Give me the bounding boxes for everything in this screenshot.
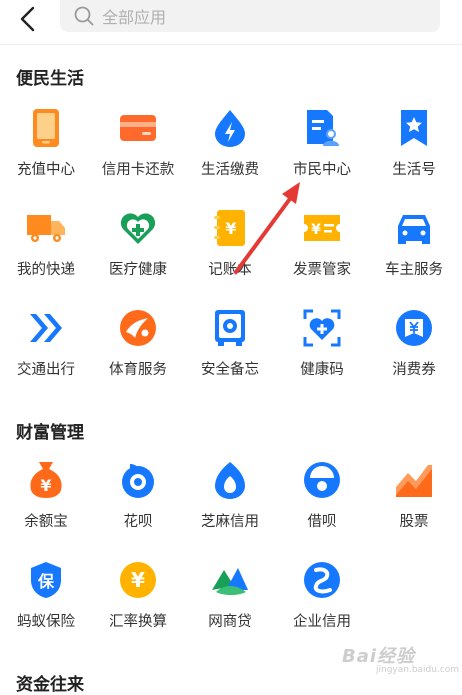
top-bar: 全部应用 [0,0,462,44]
watermark-sub: jingyan.baidu.com [376,665,460,675]
mybank-loan-icon [210,560,250,600]
chevron-left-icon [20,6,35,32]
money-bag-glyph: ¥ [40,476,51,495]
app-label: 充值中心 [17,162,75,178]
credit-card-icon [118,108,158,148]
app-label: 网商贷 [208,614,252,630]
bookmark-star-icon [394,108,434,148]
safe-icon [210,308,250,348]
app-sports-service[interactable]: 体育服务 [92,308,184,392]
app-label: 蚂蚁保险 [17,614,75,630]
app-yuebao[interactable]: ¥ 余额宝 [0,460,92,544]
section-title-convenience: 便民生活 [16,69,84,89]
sesame-credit-icon [210,460,250,500]
app-utility-payment[interactable]: 生活缴费 [184,108,276,192]
app-security-memo[interactable]: 安全备忘 [184,308,276,392]
enterprise-credit-icon [302,560,342,600]
ledger-glyph: ¥ [225,219,236,238]
app-label: 安全备忘 [201,362,259,378]
app-label: 车主服务 [385,262,443,278]
car-icon [394,208,434,248]
ledger-book-icon: ¥ [210,208,250,248]
app-car-owner-service[interactable]: 车主服务 [368,208,460,292]
app-consumption-coupon[interactable]: 消费券 [368,308,460,392]
medical-heart-icon [118,208,158,248]
transit-arrow-icon [26,308,66,348]
utility-bolt-icon [210,108,250,148]
search-input[interactable]: 全部应用 [60,0,440,32]
app-invoice-manager[interactable]: ¥ 发票管家 [276,208,368,292]
sports-icon [118,308,158,348]
huabei-icon [118,460,158,500]
app-label: 记账本 [208,262,252,278]
coupon-icon [394,308,434,348]
app-stocks[interactable]: 股票 [368,460,460,544]
citizen-card-icon [302,108,342,148]
search-placeholder: 全部应用 [102,8,167,27]
jiebei-icon [302,460,342,500]
app-label: 生活缴费 [201,162,259,178]
app-label: 花呗 [123,514,153,530]
app-ledger[interactable]: ¥ 记账本 [184,208,276,292]
app-label: 信用卡还款 [101,162,175,178]
app-mybank-loan[interactable]: 网商贷 [184,560,276,644]
app-label: 健康码 [300,362,344,378]
app-label: 芝麻信用 [201,514,259,530]
app-label: 发票管家 [293,262,351,278]
truck-icon [26,208,66,248]
app-label: 生活号 [392,162,436,178]
app-my-express[interactable]: 我的快递 [0,208,92,292]
insurance-glyph: 保 [37,572,55,591]
app-citizen-center[interactable]: 市民中心 [276,108,368,192]
app-label: 借呗 [307,514,337,530]
app-label: 我的快递 [17,262,75,278]
app-label: 医疗健康 [109,262,167,278]
app-huabei[interactable]: 花呗 [92,460,184,544]
app-label: 体育服务 [109,362,167,378]
app-label: 股票 [399,514,429,530]
invoice-icon: ¥ [302,208,342,248]
app-ant-insurance[interactable]: 保 蚂蚁保险 [0,560,92,644]
app-enterprise-credit[interactable]: 企业信用 [276,560,368,644]
watermark: Bai经验 jingyan.baidu.com [342,638,459,680]
health-code-icon [302,308,342,348]
back-button[interactable] [10,2,46,36]
app-label: 余额宝 [24,514,68,530]
insurance-shield-icon: 保 [26,560,66,600]
phone-icon [26,108,66,148]
money-bag-icon: ¥ [26,460,66,500]
app-jiebei[interactable]: 借呗 [276,460,368,544]
app-transit[interactable]: 交通出行 [0,308,92,392]
exchange-glyph: ¥ [131,568,145,592]
app-exchange-rate[interactable]: ¥ 汇率换算 [92,560,184,644]
app-label: 企业信用 [293,614,351,630]
app-sesame-credit[interactable]: 芝麻信用 [184,460,276,544]
app-label: 消费券 [392,362,436,378]
section-title-fund-transfer: 资金往来 [16,675,84,695]
app-life-account[interactable]: 生活号 [368,108,460,192]
invoice-glyph: ¥ [311,222,321,238]
app-label: 汇率换算 [109,614,167,630]
app-recharge-center[interactable]: 充值中心 [0,108,92,192]
search-icon [74,6,94,26]
app-health-code[interactable]: 健康码 [276,308,368,392]
section-title-wealth: 财富管理 [16,423,84,443]
stock-chart-icon [394,460,434,500]
app-label: 市民中心 [293,162,351,178]
app-label: 交通出行 [17,362,75,378]
exchange-rate-icon: ¥ [118,560,158,600]
app-credit-card-repayment[interactable]: 信用卡还款 [92,108,184,192]
app-medical-health[interactable]: 医疗健康 [92,208,184,292]
header-divider [0,44,462,45]
